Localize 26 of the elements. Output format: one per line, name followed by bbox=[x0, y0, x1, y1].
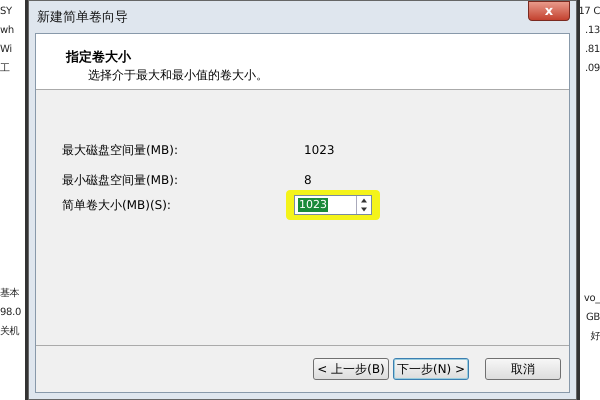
field-label: 最小磁盘空间量(MB): bbox=[62, 172, 179, 188]
wizard-button[interactable]: 下一步(N) > bbox=[393, 358, 469, 380]
background-text: .13 bbox=[584, 24, 600, 38]
field-value: 8 bbox=[303, 173, 312, 187]
field-value: 1023 bbox=[303, 143, 335, 157]
wizard-button[interactable]: < 上一步(B) bbox=[313, 358, 389, 380]
background-text: 关机 bbox=[0, 324, 20, 339]
background-text: Wi bbox=[0, 43, 13, 57]
background-text: GB bbox=[586, 311, 600, 325]
size-spinner[interactable]: 1023 bbox=[294, 195, 372, 215]
background-text: 好 bbox=[590, 330, 600, 344]
wizard-button[interactable]: 取消 bbox=[485, 358, 561, 380]
window-title: 新建简单卷向导 bbox=[36, 9, 128, 26]
field-label: 最大磁盘空间量(MB): bbox=[62, 142, 179, 158]
page-subtitle: 选择介于最大和最小值的卷大小。 bbox=[87, 67, 269, 84]
field-label: 简单卷大小(MB)(S): bbox=[62, 196, 172, 214]
background-text: .81 bbox=[584, 43, 600, 57]
background-text: 98.0 bbox=[0, 306, 22, 320]
background-text: SY bbox=[0, 5, 13, 19]
page-title: 指定卷大小 bbox=[66, 48, 132, 66]
background-text: vo_ bbox=[584, 292, 600, 306]
background-text: 基本 bbox=[0, 286, 20, 301]
close-button[interactable]: x bbox=[528, 1, 570, 21]
background-text: 工 bbox=[0, 62, 11, 76]
background-text: .09 bbox=[584, 62, 600, 76]
background-text: wh bbox=[0, 24, 15, 38]
